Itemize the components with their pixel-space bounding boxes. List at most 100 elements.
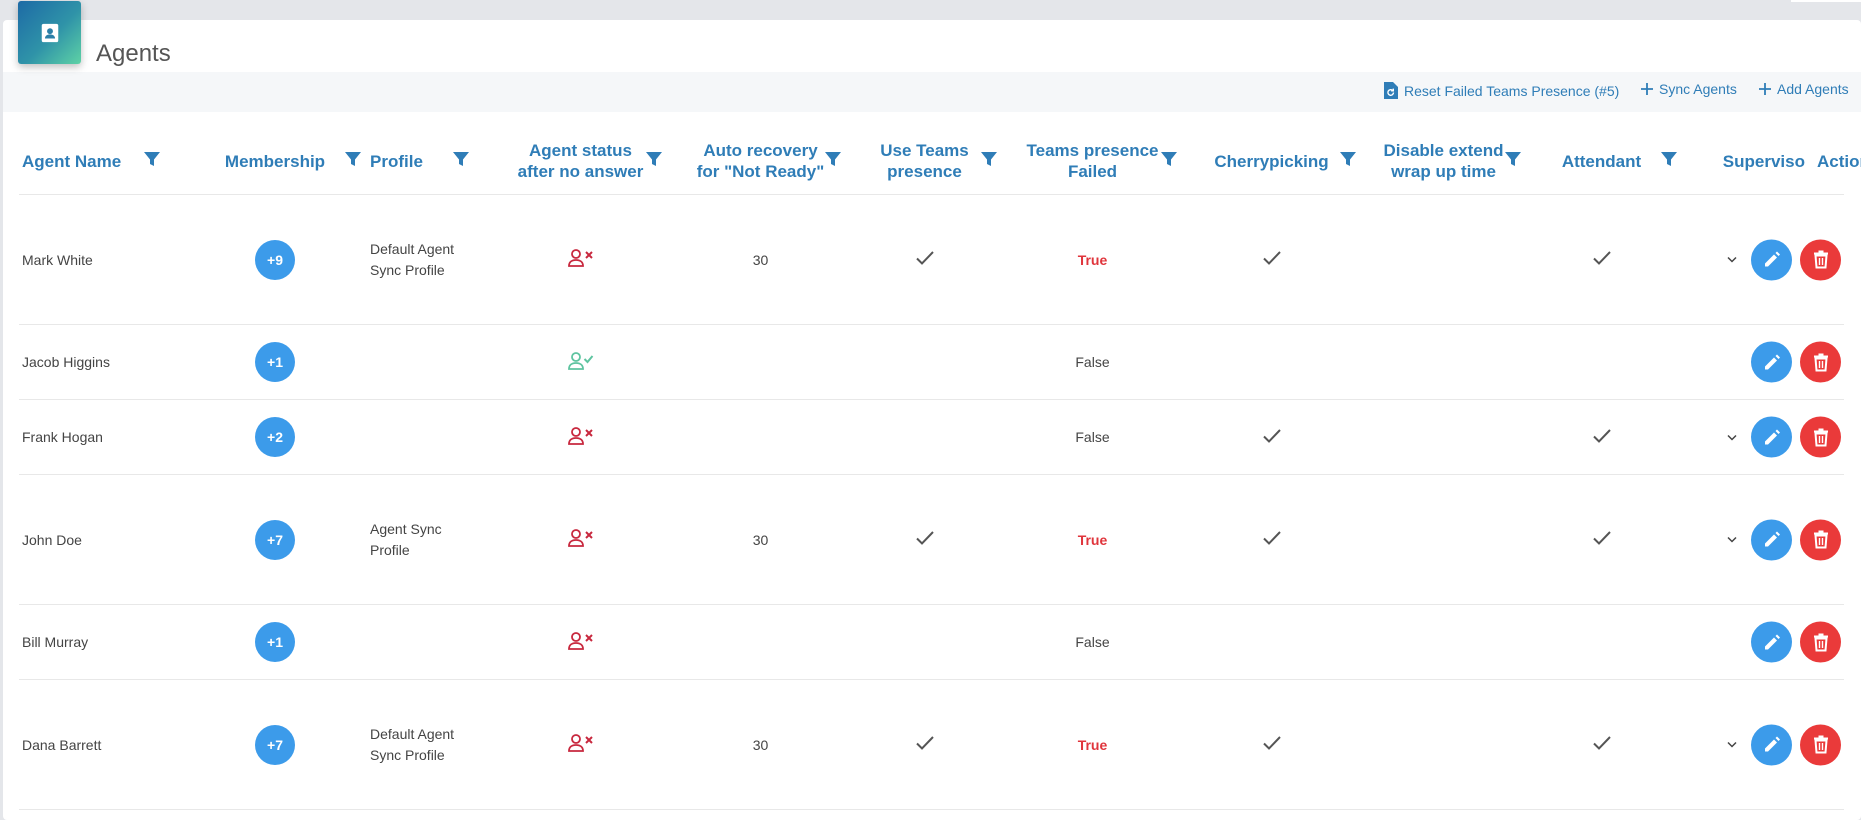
supervisor-cell — [1672, 399, 1841, 475]
edit-button[interactable] — [1751, 239, 1792, 280]
edit-button[interactable] — [1751, 341, 1792, 383]
table-row[interactable]: Mark White +9 Default Agent Sync Profile 30 T… — [19, 194, 1844, 325]
attendant-cell — [1531, 324, 1672, 400]
agent-name-cell: John Doe — [19, 474, 183, 605]
filter-icon[interactable] — [1161, 151, 1177, 167]
profile-cell — [367, 399, 491, 475]
agent-name-cell: Frank Hogan — [19, 399, 183, 475]
table-row[interactable]: Bill Murray +1 False — [19, 604, 1844, 680]
supervisor-dropdown[interactable] — [1723, 536, 1741, 544]
membership-badge[interactable]: +7 — [255, 519, 295, 560]
chevron-down-icon[interactable] — [1726, 256, 1738, 264]
col-actions: Actions — [1805, 128, 1861, 195]
agent-name-cell: Dana Barrett — [19, 679, 183, 810]
chevron-down-icon[interactable] — [1726, 536, 1738, 544]
membership-badge[interactable]: +1 — [255, 342, 295, 382]
attendant-cell — [1531, 679, 1672, 810]
attendant-cell — [1531, 604, 1672, 680]
reset-label: Reset Failed Teams Presence (#5) — [1404, 82, 1620, 99]
edit-button[interactable] — [1751, 724, 1792, 765]
table-row[interactable]: Dana Barrett +7 Default Agent Sync Profile 3… — [19, 679, 1844, 810]
filter-icon[interactable] — [981, 151, 997, 167]
profile-line: Agent Sync — [370, 520, 442, 537]
chevron-down-icon[interactable] — [1726, 433, 1738, 441]
supervisor-dropdown[interactable] — [1723, 256, 1741, 264]
delete-button[interactable] — [1800, 621, 1841, 663]
add-label: Add Agents — [1777, 81, 1849, 97]
membership-cell: +7 — [183, 679, 367, 810]
col-cherrypicking[interactable]: Cherrypicking — [1187, 128, 1356, 195]
table-row[interactable]: Frank Hogan +2 False — [19, 399, 1844, 475]
membership-badge[interactable]: +2 — [255, 417, 295, 457]
table-row[interactable]: John Doe +7 Agent Sync Profile 30 True — [19, 474, 1844, 605]
filter-icon[interactable] — [1505, 151, 1521, 167]
plus-icon — [1641, 83, 1653, 95]
agent-status-cell — [491, 604, 670, 680]
disable-wrap-cell — [1356, 324, 1531, 400]
profile-line: Sync Profile — [370, 746, 445, 763]
edit-button[interactable] — [1751, 519, 1792, 560]
supervisor-dropdown[interactable] — [1723, 741, 1741, 749]
auto-recovery-cell — [670, 604, 851, 680]
use-teams-cell — [851, 399, 998, 475]
reset-doc-icon — [1384, 82, 1398, 99]
delete-button[interactable] — [1800, 724, 1841, 765]
chevron-down-icon[interactable] — [1726, 741, 1738, 749]
teams-presence-failed-value: False — [1075, 354, 1110, 370]
check-icon — [1592, 736, 1611, 750]
delete-button[interactable] — [1800, 239, 1841, 280]
filter-icon[interactable] — [453, 151, 469, 167]
page-title: Agents — [96, 40, 171, 67]
agent-status-cell — [491, 324, 670, 400]
edit-button[interactable] — [1751, 416, 1792, 458]
filter-icon[interactable] — [345, 151, 361, 167]
col-use-teams-presence[interactable]: Use Teams presence — [851, 128, 998, 195]
col-teams-presence-failed[interactable]: Teams presence Failed — [998, 128, 1187, 195]
auto-recovery-cell: 30 — [670, 679, 851, 810]
check-icon — [1262, 736, 1281, 750]
teams-failed-cell: True — [998, 474, 1187, 605]
agents-table-body: Mark White +9 Default Agent Sync Profile 30 T… — [19, 194, 1844, 810]
filter-icon[interactable] — [1340, 151, 1356, 167]
col-auto-recovery[interactable]: Auto recovery for "Not Ready" — [670, 128, 851, 195]
col-profile[interactable]: Profile — [367, 128, 491, 195]
col-attendant[interactable]: Attendant — [1531, 128, 1677, 195]
disable-wrap-cell — [1356, 679, 1531, 810]
filter-icon[interactable] — [144, 151, 160, 167]
delete-button[interactable] — [1800, 341, 1841, 383]
reset-failed-teams-presence-button[interactable]: Reset Failed Teams Presence (#5) — [1383, 81, 1619, 100]
use-teams-cell — [851, 474, 998, 605]
membership-badge[interactable]: +1 — [255, 622, 295, 662]
delete-button[interactable] — [1800, 416, 1841, 458]
use-teams-cell — [851, 679, 998, 810]
membership-badge[interactable]: +7 — [255, 724, 295, 765]
cherrypicking-cell — [1187, 399, 1356, 475]
supervisor-cell — [1672, 324, 1841, 400]
supervisor-dropdown[interactable] — [1723, 433, 1741, 441]
contact-card-icon — [18, 1, 81, 64]
col-membership[interactable]: Membership — [183, 128, 367, 195]
col-agent-name[interactable]: Agent Name — [19, 128, 183, 195]
teams-presence-failed-value: False — [1075, 429, 1110, 445]
disable-wrap-cell — [1356, 194, 1531, 325]
agent-name-cell: Bill Murray — [19, 604, 183, 680]
check-icon — [1592, 428, 1611, 443]
check-icon — [915, 736, 934, 750]
sync-agents-button[interactable]: Sync Agents — [1640, 81, 1737, 97]
filter-icon[interactable] — [646, 151, 662, 167]
membership-badge[interactable]: +9 — [255, 239, 295, 280]
add-agents-button[interactable]: Add Agents — [1758, 81, 1849, 97]
col-agent-status[interactable]: Agent status after no answer — [491, 128, 670, 195]
auto-recovery-cell: 30 — [670, 474, 851, 605]
filter-icon[interactable] — [825, 151, 841, 167]
pencil-icon — [1764, 531, 1780, 547]
col-supervisor[interactable]: Superviso — [1672, 128, 1805, 195]
delete-button[interactable] — [1800, 519, 1841, 560]
edit-button[interactable] — [1751, 621, 1792, 663]
pencil-icon — [1764, 251, 1780, 267]
col-disable-extend-wrap[interactable]: Disable extend wrap up time — [1356, 128, 1531, 195]
table-row[interactable]: Jacob Higgins +1 False — [19, 324, 1844, 400]
auto-recovery-cell — [670, 399, 851, 475]
membership-cell: +7 — [183, 474, 367, 605]
supervisor-cell — [1672, 679, 1841, 810]
